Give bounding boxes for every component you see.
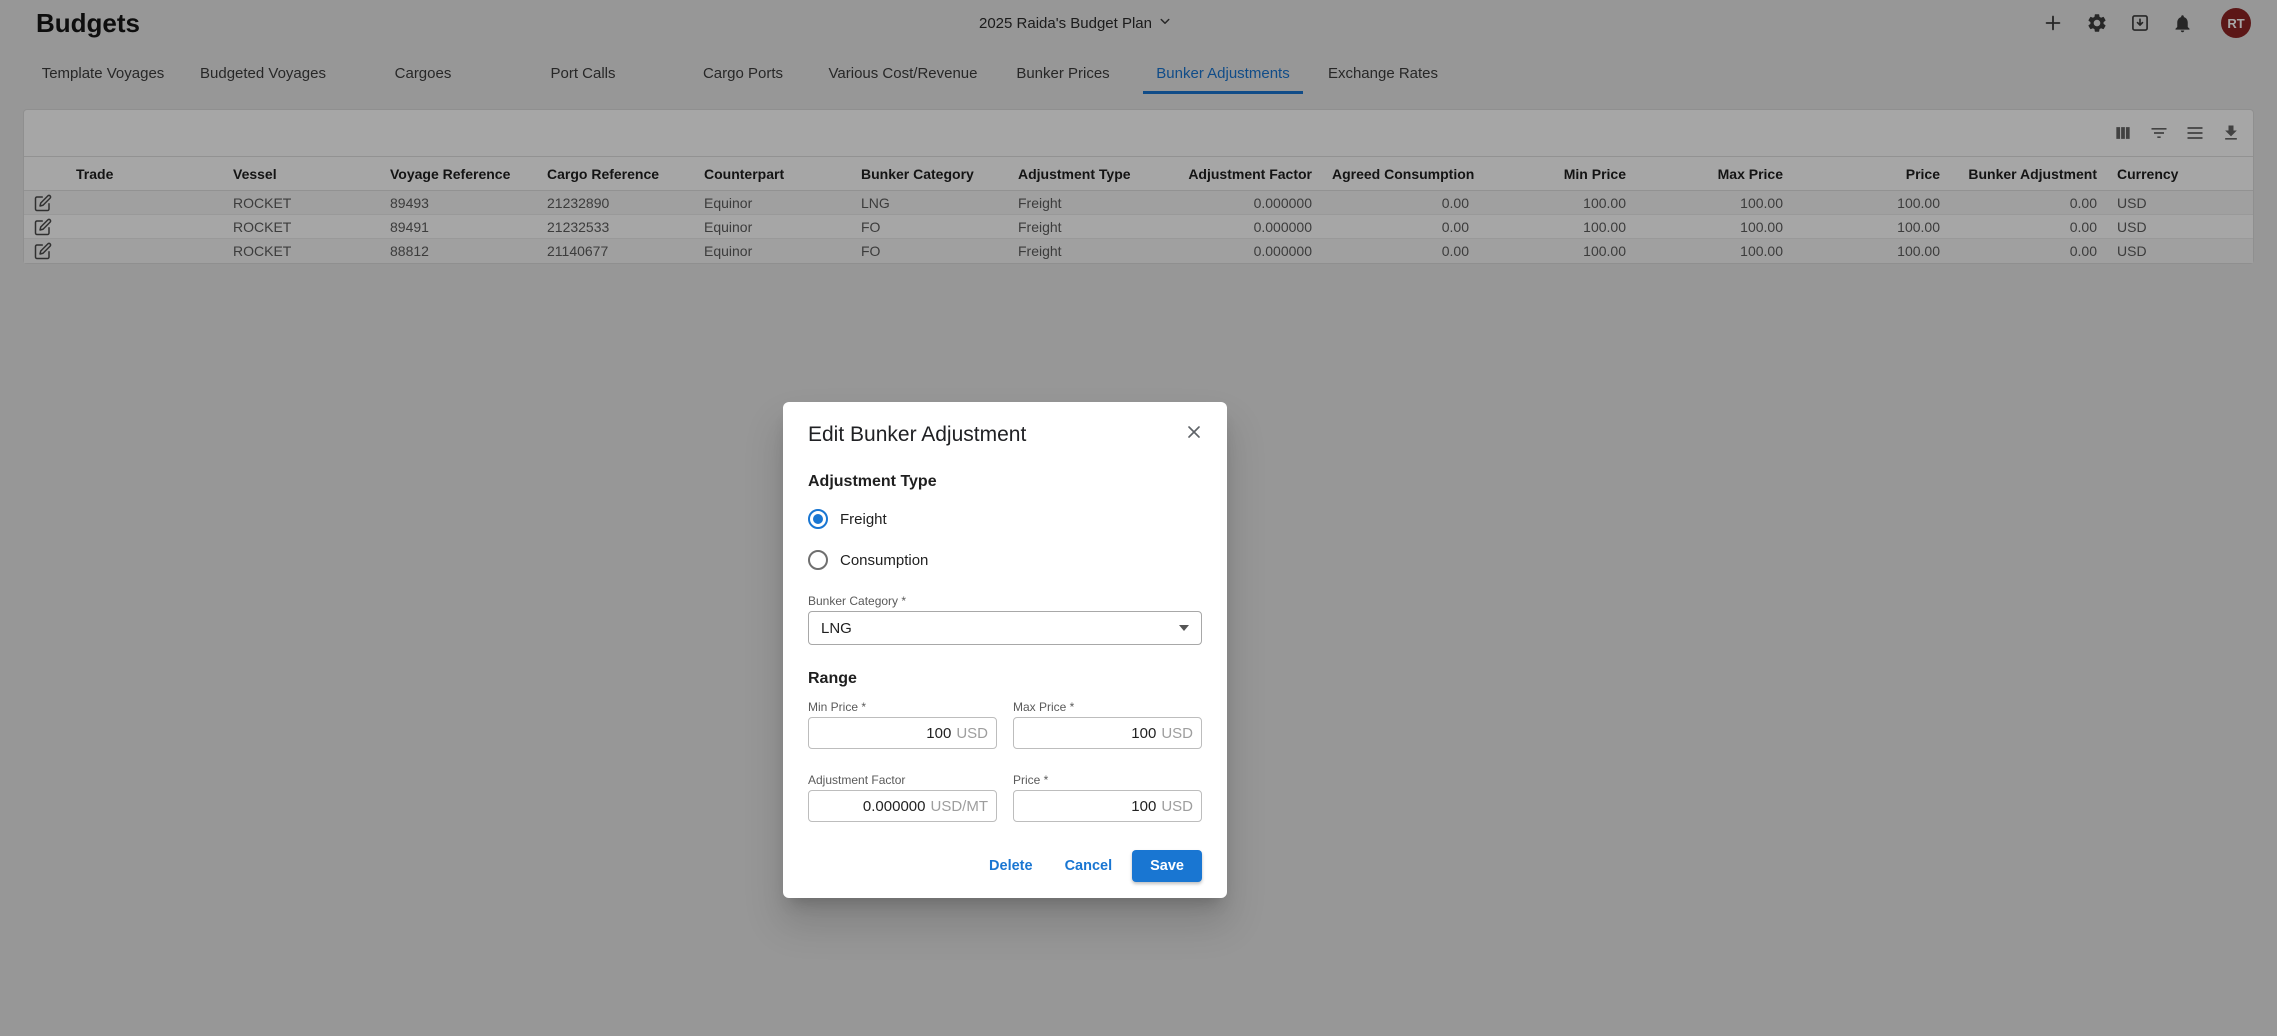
min-price-label: Min Price * bbox=[808, 700, 997, 714]
dialog-actions: Delete Cancel Save bbox=[808, 850, 1202, 882]
edit-bunker-adjustment-dialog: Edit Bunker Adjustment Adjustment Type F… bbox=[783, 402, 1227, 898]
price-unit: USD bbox=[1161, 798, 1193, 815]
radio-label: Freight bbox=[840, 511, 887, 528]
max-price-label: Max Price * bbox=[1013, 700, 1202, 714]
price-value: 100 bbox=[1131, 798, 1156, 815]
max-price-unit: USD bbox=[1161, 725, 1193, 742]
max-price-input[interactable]: 100 USD bbox=[1013, 717, 1202, 749]
radio-icon bbox=[808, 550, 828, 570]
min-price-value: 100 bbox=[926, 725, 951, 742]
dropdown-caret-icon bbox=[1179, 625, 1189, 631]
price-input[interactable]: 100 USD bbox=[1013, 790, 1202, 822]
radio-freight[interactable]: Freight bbox=[808, 507, 1202, 531]
radio-icon bbox=[808, 509, 828, 529]
dialog-title: Edit Bunker Adjustment bbox=[808, 422, 1026, 448]
range-heading: Range bbox=[808, 669, 1202, 688]
radio-consumption[interactable]: Consumption bbox=[808, 548, 1202, 572]
max-price-value: 100 bbox=[1131, 725, 1156, 742]
radio-label: Consumption bbox=[840, 552, 928, 569]
min-price-input[interactable]: 100 USD bbox=[808, 717, 997, 749]
adjustment-factor-unit: USD/MT bbox=[931, 798, 989, 815]
bunker-category-label: Bunker Category * bbox=[808, 594, 1202, 608]
adjustment-factor-input[interactable]: 0.000000 USD/MT bbox=[808, 790, 997, 822]
adjustment-factor-value: 0.000000 bbox=[863, 798, 926, 815]
adjustment-type-heading: Adjustment Type bbox=[808, 472, 1202, 491]
close-icon[interactable] bbox=[1182, 420, 1206, 447]
cancel-button[interactable]: Cancel bbox=[1053, 850, 1125, 882]
adjustment-factor-label: Adjustment Factor bbox=[808, 773, 997, 787]
bunker-category-select[interactable]: LNG bbox=[808, 611, 1202, 645]
delete-button[interactable]: Delete bbox=[977, 850, 1045, 882]
min-price-unit: USD bbox=[956, 725, 988, 742]
save-button[interactable]: Save bbox=[1132, 850, 1202, 882]
bunker-category-value: LNG bbox=[821, 620, 852, 637]
price-label: Price * bbox=[1013, 773, 1202, 787]
